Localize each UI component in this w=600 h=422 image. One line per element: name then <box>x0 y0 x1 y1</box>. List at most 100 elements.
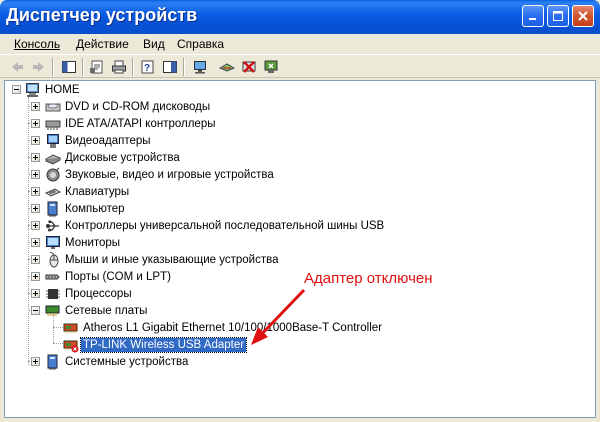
menu-help[interactable]: Справка <box>177 37 224 51</box>
close-icon <box>578 11 588 21</box>
window-title: Диспетчер устройств <box>6 5 198 25</box>
tree-item-label: Мониторы <box>65 236 121 249</box>
monitor-icon <box>45 235 61 251</box>
tree-expander[interactable] <box>31 272 40 281</box>
tree-expander[interactable] <box>31 204 40 213</box>
tree-item-label: Сетевые платы <box>65 304 148 317</box>
tree-item-label: Системные устройства <box>65 355 189 368</box>
sound-icon <box>45 167 61 183</box>
tree-item-keyboard[interactable]: Клавиатуры <box>45 183 131 200</box>
device-manager-window: Диспетчер устройств Консоль Действие Вид… <box>0 0 600 422</box>
tree-item-mouse[interactable]: Мыши и иные указывающие устройства <box>45 251 281 268</box>
tree-item-label: TP-LINK Wireless USB Adapter <box>79 336 248 353</box>
tree-item-label: Atheros L1 Gigabit Ethernet 10/100/1000B… <box>83 321 382 334</box>
disable-icon[interactable] <box>262 58 280 76</box>
tree-item-tplink[interactable]: TP-LINK Wireless USB Adapter <box>63 336 248 353</box>
toolbar-separator <box>82 58 84 76</box>
maximize-icon <box>553 11 563 21</box>
menu-console-label: Консоль <box>14 37 61 51</box>
tree-expander[interactable] <box>31 136 40 145</box>
tree-expander[interactable] <box>31 187 40 196</box>
minimize-button[interactable] <box>522 5 544 27</box>
tree-item-label: Порты (COM и LPT) <box>65 270 171 283</box>
tree-expander[interactable] <box>31 289 40 298</box>
toolbar-separator <box>183 58 185 76</box>
maximize-button[interactable] <box>547 5 569 27</box>
tree-item-disk[interactable]: Дисковые устройства <box>45 149 182 166</box>
display-adapter-icon <box>45 133 61 149</box>
toolbar: ? <box>0 54 600 78</box>
tree-item-computer[interactable]: Компьютер <box>45 200 127 217</box>
tree-line <box>53 313 54 343</box>
tree-expander[interactable] <box>31 102 40 111</box>
computer-icon <box>45 201 61 217</box>
tree-item-label: Клавиатуры <box>65 185 130 198</box>
tree-item-network[interactable]: Сетевые платы <box>45 302 149 319</box>
tree-expander[interactable] <box>31 221 40 230</box>
menu-bar: Консоль Действие Вид Справка <box>0 34 600 54</box>
device-tree[interactable]: HOME DVD и CD-ROM дисководы IDE ATA/ATAP… <box>4 80 596 418</box>
tree-expander[interactable] <box>31 306 40 315</box>
cdrom-icon <box>45 99 61 115</box>
properties-icon[interactable] <box>88 58 106 76</box>
annotation-arrow-icon <box>251 288 306 345</box>
tree-root-label: HOME <box>45 83 80 96</box>
usb-icon <box>45 218 61 234</box>
tree-item-label: Мыши и иные указывающие устройства <box>65 253 279 266</box>
tree-root[interactable]: HOME <box>25 81 82 98</box>
tree-item-label: Контроллеры универсальной последовательн… <box>65 219 385 232</box>
tree-item-usb[interactable]: Контроллеры универсальной последовательн… <box>45 217 386 234</box>
tree-expander[interactable] <box>31 238 40 247</box>
tree-expander[interactable] <box>31 119 40 128</box>
computer-icon <box>25 82 41 98</box>
minimize-icon <box>529 18 536 20</box>
menu-action[interactable]: Действие <box>76 37 129 51</box>
tree-expander[interactable] <box>31 357 40 366</box>
tree-item-atheros[interactable]: Atheros L1 Gigabit Ethernet 10/100/1000B… <box>63 319 384 336</box>
mouse-icon <box>45 251 61 268</box>
print-icon[interactable] <box>110 58 128 76</box>
root-expander[interactable] <box>12 85 21 94</box>
tree-item-label: DVD и CD-ROM дисководы <box>65 100 211 113</box>
back-icon[interactable] <box>8 58 26 76</box>
show-hide-tree-icon[interactable] <box>60 58 78 76</box>
tree-item-label: Компьютер <box>65 202 125 215</box>
network-card-disabled-icon <box>63 337 79 353</box>
tree-line <box>28 97 29 365</box>
toolbar-separator <box>52 58 54 76</box>
tree-item-processors[interactable]: Процессоры <box>45 285 134 302</box>
forward-icon[interactable] <box>30 58 48 76</box>
tree-item-dvd-cdrom[interactable]: DVD и CD-ROM дисководы <box>45 98 212 115</box>
annotation-text: Адаптер отключен <box>304 270 433 287</box>
console-tree-icon[interactable] <box>161 58 179 76</box>
scan-hardware-icon[interactable] <box>191 58 209 76</box>
menu-action-label: Действие <box>76 37 129 51</box>
tree-item-sound[interactable]: Звуковые, видео и игровые устройства <box>45 166 276 183</box>
title-bar[interactable]: Диспетчер устройств <box>0 0 600 34</box>
help-icon[interactable]: ? <box>139 58 157 76</box>
tree-expander[interactable] <box>31 153 40 162</box>
network-card-icon <box>63 320 79 336</box>
update-driver-icon[interactable] <box>218 58 236 76</box>
tree-line <box>53 343 63 344</box>
tree-item-ide[interactable]: IDE ATA/ATAPI контроллеры <box>45 115 218 132</box>
tree-item-label: Процессоры <box>65 287 132 300</box>
uninstall-icon[interactable] <box>240 58 258 76</box>
tree-item-label: Видеоадаптеры <box>65 134 151 147</box>
tree-expander[interactable] <box>31 255 40 264</box>
processor-icon <box>45 286 61 302</box>
tree-item-video[interactable]: Видеоадаптеры <box>45 132 153 149</box>
keyboard-icon <box>45 184 61 200</box>
tree-item-ports[interactable]: Порты (COM и LPT) <box>45 268 173 285</box>
tree-item-label: IDE ATA/ATAPI контроллеры <box>65 117 216 130</box>
menu-view-label: Вид <box>143 37 165 51</box>
tree-item-monitors[interactable]: Мониторы <box>45 234 122 251</box>
toolbar-separator <box>132 58 134 76</box>
menu-console[interactable]: Консоль <box>14 37 60 51</box>
close-button[interactable] <box>572 5 594 27</box>
tree-expander[interactable] <box>31 170 40 179</box>
menu-view[interactable]: Вид <box>143 37 165 51</box>
ide-controller-icon <box>45 116 61 132</box>
svg-text:?: ? <box>144 63 150 74</box>
tree-item-system[interactable]: Системные устройства <box>45 353 190 370</box>
